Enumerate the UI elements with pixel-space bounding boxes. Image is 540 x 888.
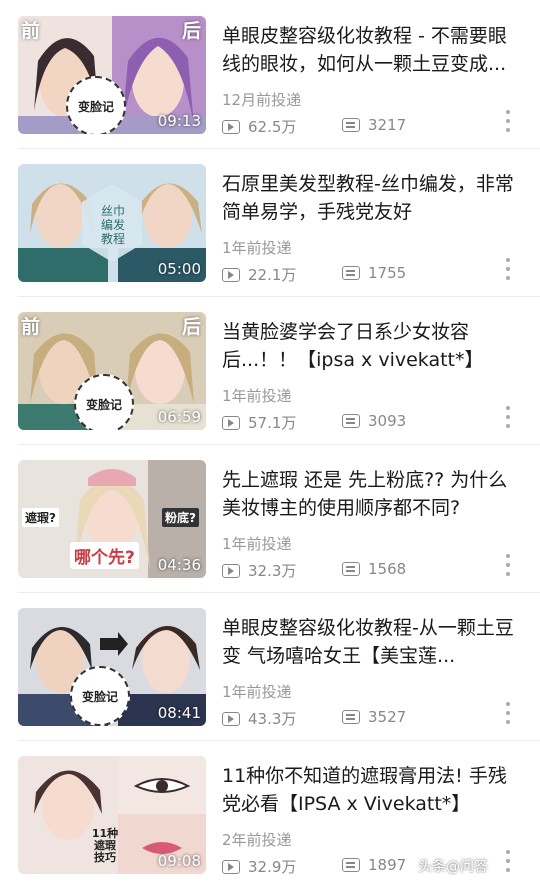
- more-options-icon[interactable]: [504, 406, 512, 428]
- more-options-icon[interactable]: [504, 554, 512, 576]
- posted-time: 12月前投递: [222, 91, 302, 109]
- thumbnail-overlay-text: 丝巾编发教程: [100, 204, 125, 246]
- comment-icon: [342, 562, 360, 576]
- comment-count-value: 1897: [368, 856, 407, 874]
- after-label: 后: [181, 20, 201, 42]
- view-count-value: 32.3万: [248, 562, 297, 580]
- video-title[interactable]: 单眼皮整容级化妆教程 - 不需要眼线的眼妆，如何从一颗土豆变成...: [222, 22, 522, 78]
- video-thumbnail[interactable]: 前 后 变脸记 06:59: [18, 312, 206, 430]
- video-item[interactable]: 前 后 变脸记 06:59 当黄脸婆学会了日系少女妆容后...！！【ipsa x…: [0, 296, 540, 444]
- video-item[interactable]: 遮瑕? 粉底? 哪个先? 04:36 先上遮瑕 还是 先上粉底?? 为什么美妆博…: [0, 444, 540, 592]
- play-icon: [222, 415, 240, 430]
- video-item[interactable]: 丝巾编发教程 05:00 石原里美发型教程-丝巾编发，非常简单易学，手残党友好 …: [0, 148, 540, 296]
- video-item[interactable]: 前 后 变脸记 09:13 单眼皮整容级化妆教程 - 不需要眼线的眼妆，如何从一…: [0, 0, 540, 148]
- before-label: 前: [21, 20, 41, 42]
- more-options-icon[interactable]: [504, 702, 512, 724]
- video-thumbnail[interactable]: 遮瑕? 粉底? 哪个先? 04:36: [18, 460, 206, 578]
- play-icon: [222, 267, 240, 282]
- play-icon: [222, 859, 240, 874]
- comment-count: 3527: [342, 708, 406, 726]
- more-options-icon[interactable]: [504, 850, 512, 872]
- posted-time: 2年前投递: [222, 831, 292, 849]
- transformation-badge: 变脸记: [74, 374, 134, 430]
- video-title[interactable]: 11种你不知道的遮瑕膏用法! 手残党必看【IPSA x Vivekatt*】: [222, 762, 522, 818]
- video-title[interactable]: 先上遮瑕 还是 先上粉底?? 为什么美妆博主的使用顺序都不同?: [222, 466, 522, 522]
- view-count-value: 22.1万: [248, 266, 297, 284]
- video-thumbnail[interactable]: 11种遮瑕技巧 09:08: [18, 756, 206, 874]
- view-count: 57.1万: [222, 412, 296, 433]
- video-title[interactable]: 石原里美发型教程-丝巾编发，非常简单易学，手残党友好: [222, 170, 522, 226]
- comment-icon: [342, 266, 360, 280]
- view-count-value: 43.3万: [248, 710, 297, 728]
- video-thumbnail[interactable]: 前 后 变脸记 09:13: [18, 16, 206, 134]
- after-label: 后: [181, 316, 201, 338]
- view-count-value: 32.9万: [248, 858, 297, 876]
- comment-count-value: 3527: [368, 708, 407, 726]
- video-title[interactable]: 单眼皮整容级化妆教程-从一颗土豆 变 气场嘻哈女王【美宝莲...: [222, 614, 522, 670]
- view-count: 43.3万: [222, 708, 296, 729]
- play-icon: [222, 119, 240, 134]
- transformation-badge: 变脸记: [66, 76, 126, 134]
- comment-count: 3217: [342, 116, 406, 134]
- posted-time: 1年前投递: [222, 535, 292, 553]
- video-thumbnail[interactable]: 丝巾编发教程 05:00: [18, 164, 206, 282]
- comment-count: 1568: [342, 560, 406, 578]
- transformation-badge: 变脸记: [70, 666, 130, 726]
- video-title[interactable]: 当黄脸婆学会了日系少女妆容后...！！【ipsa x vivekatt*】: [222, 318, 522, 374]
- comment-icon: [342, 118, 360, 132]
- comment-count: 1897: [342, 856, 406, 874]
- video-duration: 04:36: [157, 556, 201, 574]
- video-duration: 09:13: [157, 112, 201, 130]
- view-count: 22.1万: [222, 264, 296, 285]
- video-duration: 08:41: [157, 704, 201, 722]
- view-count: 32.3万: [222, 560, 296, 581]
- thumbnail-overlay-text: 11种遮瑕技巧: [91, 827, 119, 864]
- view-count: 62.5万: [222, 116, 296, 137]
- video-thumbnail[interactable]: 变脸记 08:41: [18, 608, 206, 726]
- concealer-tag: 遮瑕?: [22, 508, 59, 527]
- video-duration: 09:08: [157, 852, 201, 870]
- play-icon: [222, 711, 240, 726]
- posted-time: 1年前投递: [222, 683, 292, 701]
- comment-count: 3093: [342, 412, 406, 430]
- comment-count-value: 3093: [368, 412, 407, 430]
- comment-count-value: 1568: [368, 560, 407, 578]
- before-label: 前: [21, 316, 41, 338]
- play-icon: [222, 563, 240, 578]
- question-label: 哪个先?: [70, 542, 139, 569]
- comment-count: 1755: [342, 264, 406, 282]
- view-count: 32.9万: [222, 856, 296, 877]
- watermark-text: 头条@问答: [418, 859, 488, 875]
- more-options-icon[interactable]: [504, 110, 512, 132]
- comment-count-value: 1755: [368, 264, 407, 282]
- posted-time: 1年前投递: [222, 239, 292, 257]
- view-count-value: 62.5万: [248, 118, 297, 136]
- view-count-value: 57.1万: [248, 414, 297, 432]
- video-duration: 06:59: [157, 408, 201, 426]
- video-duration: 05:00: [157, 260, 201, 278]
- video-item[interactable]: 变脸记 08:41 单眼皮整容级化妆教程-从一颗土豆 变 气场嘻哈女王【美宝莲.…: [0, 592, 540, 740]
- comment-icon: [342, 414, 360, 428]
- foundation-tag: 粉底?: [162, 508, 199, 527]
- comment-count-value: 3217: [368, 116, 407, 134]
- more-options-icon[interactable]: [504, 258, 512, 280]
- comment-icon: [342, 710, 360, 724]
- comment-icon: [342, 858, 360, 872]
- posted-time: 1年前投递: [222, 387, 292, 405]
